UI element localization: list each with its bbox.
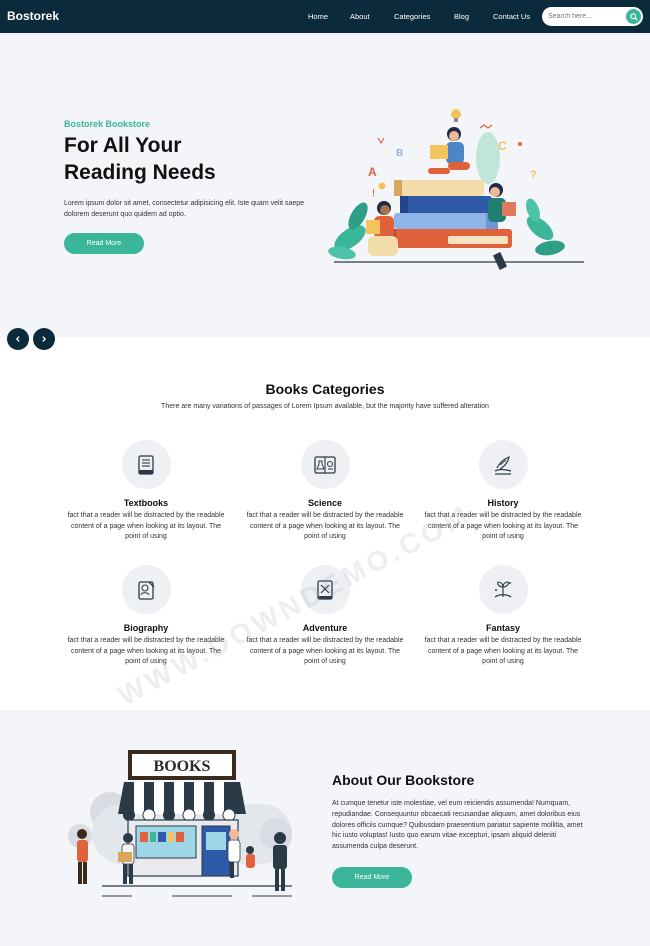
about-read-more-button[interactable]: Read More — [332, 867, 412, 888]
brand-logo[interactable]: Bostorek — [7, 9, 59, 23]
slider-next-button[interactable] — [33, 328, 55, 350]
category-textbooks[interactable]: Textbooks fact that a reader will be dis… — [61, 440, 231, 543]
category-name: Fantasy — [485, 623, 520, 633]
store-sign-text: BOOKS — [154, 758, 211, 775]
category-name: Science — [307, 498, 343, 508]
category-icon-wrapper — [300, 565, 350, 614]
hero-text: Lorem ipsum dolor sit amet, consectetur … — [64, 200, 305, 218]
search-button[interactable] — [626, 9, 641, 24]
category-icon-wrapper — [300, 440, 350, 489]
svg-text:C: C — [498, 139, 507, 153]
hero-read-more-button[interactable]: Read More — [64, 233, 144, 254]
nav-item-about[interactable]: About — [350, 12, 370, 21]
category-text: fact that a reader will be distracted by… — [67, 637, 225, 666]
history-icon — [494, 455, 512, 475]
category-name: History — [487, 498, 519, 508]
categories-heading: Books Categories — [265, 381, 385, 397]
category-text: fact that a reader will be distracted by… — [424, 637, 582, 666]
search-box — [542, 7, 643, 26]
hero-subtitle: Bostorek Bookstore — [64, 119, 151, 129]
nav-item-contact[interactable]: Contact Us — [493, 12, 530, 21]
category-name: Textbooks — [123, 498, 169, 508]
search-input[interactable] — [548, 11, 624, 22]
hero-title: For All Your Reading Needs — [64, 132, 284, 186]
biography-icon — [138, 580, 155, 600]
nav-item-home[interactable]: Home — [308, 12, 328, 21]
category-icon-wrapper — [478, 440, 528, 489]
science-icon — [314, 455, 336, 474]
category-name: Biography — [123, 623, 169, 633]
category-biography[interactable]: Biography fact that a reader will be dis… — [61, 565, 231, 668]
category-text: fact that a reader will be distracted by… — [246, 512, 404, 541]
adventure-icon — [317, 579, 333, 600]
category-history[interactable]: History fact that a reader will be distr… — [418, 440, 588, 543]
category-science[interactable]: Science fact that a reader will be distr… — [240, 440, 410, 543]
fantasy-icon — [494, 580, 512, 598]
svg-text:A: A — [368, 165, 377, 179]
textbook-icon — [138, 454, 154, 475]
nav-item-categories[interactable]: Categories — [394, 12, 430, 21]
category-icon-wrapper — [121, 565, 171, 614]
categories-description: There are many variations of passages of… — [161, 403, 489, 410]
chevron-right-icon — [42, 336, 47, 342]
svg-text:B: B — [396, 148, 403, 159]
category-text: fact that a reader will be distracted by… — [67, 512, 225, 541]
about-text: At cumque tenetur iste molestiae, vel eu… — [332, 800, 583, 851]
svg-text:!: ! — [372, 188, 375, 198]
nav-item-blog[interactable]: Blog — [454, 12, 469, 21]
category-text: fact that a reader will be distracted by… — [424, 512, 582, 541]
about-title: About Our Bookstore — [332, 772, 475, 788]
navbar: Bostorek Home About Categories Blog Cont… — [0, 0, 650, 33]
search-icon — [629, 12, 638, 21]
chevron-left-icon — [15, 336, 20, 342]
category-icon-wrapper — [478, 565, 528, 614]
category-fantasy[interactable]: Fantasy fact that a reader will be distr… — [418, 565, 588, 668]
slider-prev-button[interactable] — [7, 328, 29, 350]
category-name: Adventure — [302, 623, 348, 633]
category-text: fact that a reader will be distracted by… — [246, 637, 404, 666]
svg-text:?: ? — [530, 169, 537, 181]
category-icon-wrapper — [121, 440, 171, 489]
hero-illustration: A B C ? ! — [328, 109, 584, 270]
hero-title-line-1: For All Your — [64, 134, 182, 157]
category-adventure[interactable]: Adventure fact that a reader will be dis… — [240, 565, 410, 668]
bookstore-illustration: BOOKS — [68, 750, 292, 897]
hero-title-line-2: Reading Needs — [64, 161, 216, 184]
